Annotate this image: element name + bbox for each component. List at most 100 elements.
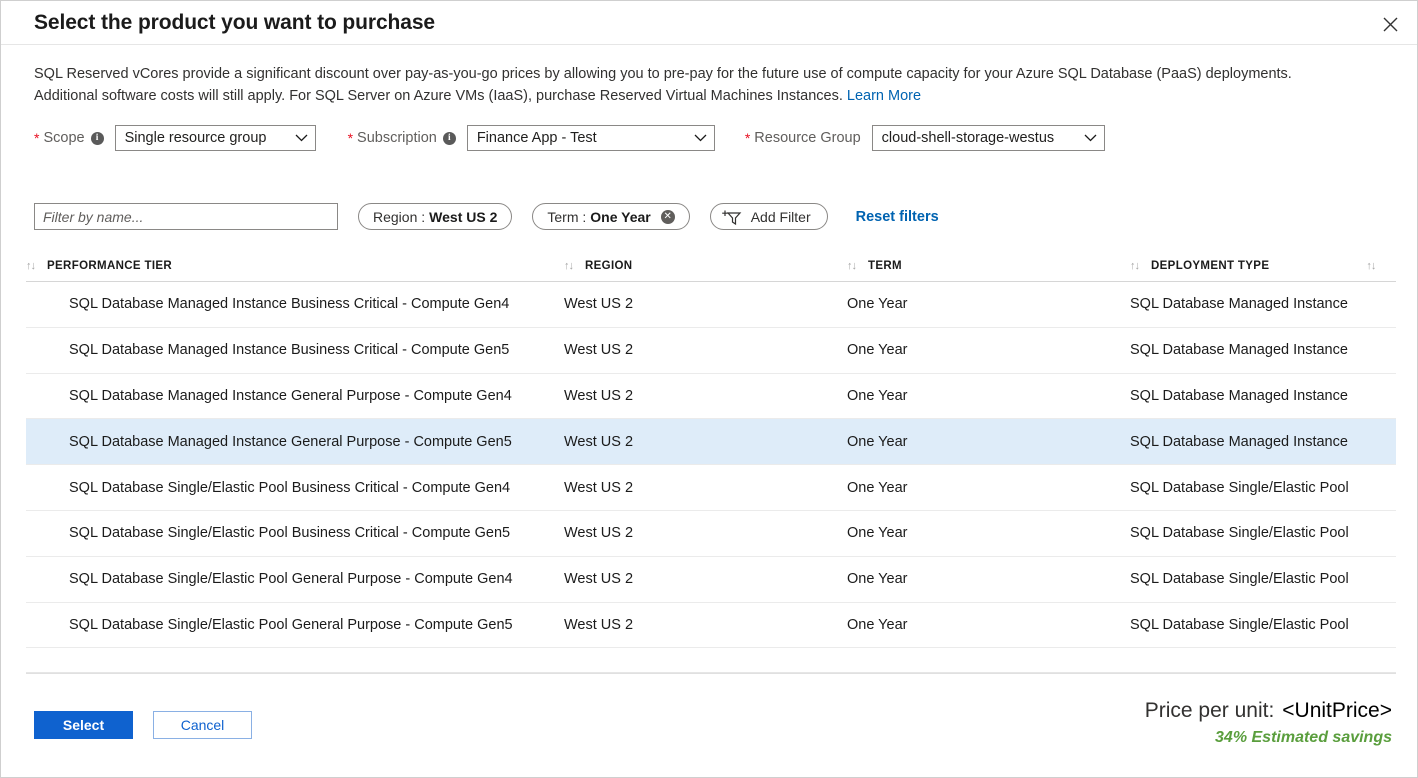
resource-group-select-value: cloud-shell-storage-westus [873,130,1078,146]
table-row[interactable]: SQL Database Managed Instance General Pu… [26,374,1396,420]
cell-region: West US 2 [564,388,847,404]
cell-deployment-type: SQL Database Single/Elastic Pool [1130,525,1396,541]
cell-term: One Year [847,480,1130,496]
add-filter-icon [721,208,743,226]
column-header-deployment-type[interactable]: ↑↓ DEPLOYMENT TYPE ↑↓ [1130,260,1396,272]
cell-term: One Year [847,388,1130,404]
sort-icon[interactable]: ↑↓ [847,260,856,272]
remove-filter-icon[interactable]: ✕ [661,210,675,224]
sort-icon[interactable]: ↑↓ [564,260,573,272]
sort-icon[interactable]: ↑↓ [1366,260,1375,272]
table-row[interactable]: SQL Database Managed Instance Business C… [26,282,1396,328]
filter-pill-region-value: West US 2 [429,209,497,225]
cell-performance-tier: SQL Database Single/Elastic Pool Busines… [26,525,564,541]
cell-region: West US 2 [564,571,847,587]
select-product-dialog: Select the product you want to purchase … [0,0,1418,778]
column-header-region[interactable]: ↑↓ REGION [564,260,847,272]
subscription-select-value: Finance App - Test [468,130,688,146]
cell-deployment-type: SQL Database Managed Instance [1130,434,1396,450]
scope-field-row: * Scope i Single resource group * Subscr… [34,125,1105,151]
table-row[interactable]: SQL Database Single/Elastic Pool Busines… [26,465,1396,511]
filter-pill-term[interactable]: Term : One Year ✕ [532,203,689,230]
cell-deployment-type: SQL Database Managed Instance [1130,296,1396,312]
table-row[interactable]: SQL Database Managed Instance Business C… [26,328,1396,374]
cell-deployment-type: SQL Database Single/Elastic Pool [1130,480,1396,496]
column-header-label: TERM [868,260,902,272]
dialog-header: Select the product you want to purchase [1,1,1418,45]
cell-term: One Year [847,525,1130,541]
scope-field: * Scope i Single resource group [34,125,316,151]
select-button[interactable]: Select [34,711,133,739]
cell-performance-tier: SQL Database Managed Instance Business C… [26,342,564,358]
cell-term: One Year [847,617,1130,633]
scope-select-value: Single resource group [116,130,289,146]
cell-term: One Year [847,296,1130,312]
chevron-down-icon [289,134,315,142]
filter-pill-region[interactable]: Region : West US 2 [358,203,512,230]
table-body: SQL Database Managed Instance Business C… [26,282,1396,648]
cell-performance-tier: SQL Database Single/Elastic Pool General… [26,617,564,633]
column-header-label: DEPLOYMENT TYPE [1151,260,1269,272]
table-row[interactable]: SQL Database Managed Instance General Pu… [26,419,1396,465]
filter-bar: Region : West US 2 Term : One Year ✕ Add… [34,203,939,230]
subscription-field: * Subscription i Finance App - Test [348,125,715,151]
scope-required-marker: * [34,131,39,145]
cell-performance-tier: SQL Database Managed Instance General Pu… [26,434,564,450]
sort-icon[interactable]: ↑↓ [26,260,35,272]
cell-region: West US 2 [564,434,847,450]
scope-info-icon[interactable]: i [91,132,104,145]
products-table: ↑↓ PERFORMANCE TIER ↑↓ REGION ↑↓ TERM ↑↓… [26,251,1396,673]
add-filter-button[interactable]: Add Filter [710,203,828,230]
chevron-down-icon [1078,134,1104,142]
search-input[interactable] [34,203,338,230]
sort-icon[interactable]: ↑↓ [1130,260,1139,272]
resource-group-select[interactable]: cloud-shell-storage-westus [872,125,1105,151]
chevron-down-icon [688,134,714,142]
cell-region: West US 2 [564,342,847,358]
filter-pill-term-key: Term : [547,209,586,225]
cell-region: West US 2 [564,617,847,633]
price-per-unit-line: Price per unit: <UnitPrice> [1145,699,1392,723]
cell-performance-tier: SQL Database Managed Instance General Pu… [26,388,564,404]
resource-group-field: * Resource Group cloud-shell-storage-wes… [745,125,1105,151]
table-bottom-divider [26,648,1396,673]
learn-more-link[interactable]: Learn More [847,88,921,104]
resource-group-required-marker: * [745,131,750,145]
scope-label: Scope [43,130,84,146]
cell-region: West US 2 [564,296,847,312]
cell-term: One Year [847,571,1130,587]
table-row[interactable]: SQL Database Single/Elastic Pool General… [26,603,1396,649]
subscription-select[interactable]: Finance App - Test [467,125,715,151]
close-icon[interactable] [1377,11,1403,37]
cell-deployment-type: SQL Database Single/Elastic Pool [1130,571,1396,587]
price-per-unit-label: Price per unit: [1145,699,1275,722]
subscription-info-icon[interactable]: i [443,132,456,145]
table-row[interactable]: SQL Database Single/Elastic Pool General… [26,557,1396,603]
cell-deployment-type: SQL Database Managed Instance [1130,388,1396,404]
cancel-button[interactable]: Cancel [153,711,252,739]
dialog-description: SQL Reserved vCores provide a significan… [34,63,1334,107]
add-filter-label: Add Filter [751,209,811,225]
description-text: SQL Reserved vCores provide a significan… [34,66,1292,104]
filter-pill-region-key: Region : [373,209,425,225]
scope-select[interactable]: Single resource group [115,125,316,151]
price-summary: Price per unit: <UnitPrice> 34% Estimated… [1145,699,1392,747]
column-header-label: REGION [585,260,632,272]
resource-group-label: Resource Group [754,130,860,146]
subscription-required-marker: * [348,131,353,145]
footer-divider [26,673,1396,674]
column-header-term[interactable]: ↑↓ TERM [847,260,1130,272]
table-row[interactable]: SQL Database Single/Elastic Pool Busines… [26,511,1396,557]
cell-performance-tier: SQL Database Single/Elastic Pool Busines… [26,480,564,496]
reset-filters-link[interactable]: Reset filters [856,209,939,225]
column-header-performance-tier[interactable]: ↑↓ PERFORMANCE TIER [26,260,564,272]
estimated-savings: 34% Estimated savings [1145,729,1392,747]
cell-performance-tier: SQL Database Single/Elastic Pool General… [26,571,564,587]
table-header-row: ↑↓ PERFORMANCE TIER ↑↓ REGION ↑↓ TERM ↑↓… [26,251,1396,282]
filter-pill-term-value: One Year [590,209,650,225]
page-title: Select the product you want to purchase [34,11,435,35]
column-header-label: PERFORMANCE TIER [47,260,172,272]
cell-term: One Year [847,342,1130,358]
price-per-unit-value: <UnitPrice> [1282,699,1392,722]
cell-deployment-type: SQL Database Managed Instance [1130,342,1396,358]
